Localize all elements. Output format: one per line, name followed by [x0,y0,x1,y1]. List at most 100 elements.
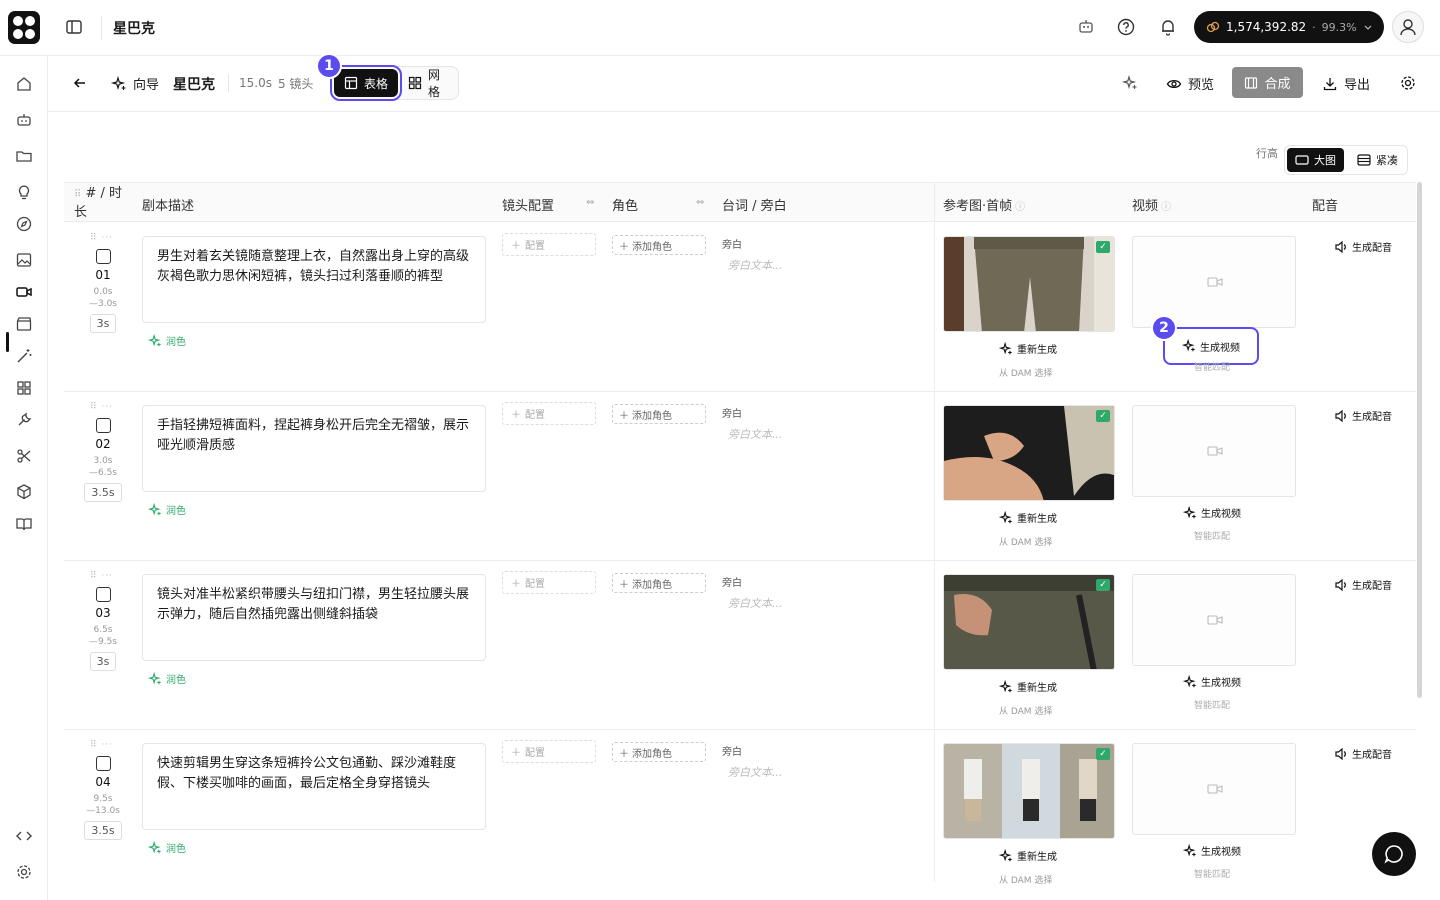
add-role-button[interactable]: ＋添加角色 [612,742,706,762]
smart-match-link[interactable]: 智能匹配 [1194,867,1230,880]
sidebar-toggle-icon[interactable] [64,17,84,37]
row-checkbox[interactable] [95,249,111,264]
credits-pill[interactable]: 1,574,392.82 · 99.3% [1194,11,1384,43]
avatar[interactable] [1392,11,1424,43]
apps-grid-icon[interactable] [15,379,33,397]
wizard-button[interactable]: 向导 [111,74,159,93]
polish-button[interactable]: 润色 [148,840,186,855]
resize-handle-icon[interactable]: ⇔ [586,197,594,208]
check-icon[interactable]: ✓ [1096,410,1110,422]
back-arrow-icon[interactable] [72,75,88,91]
compass-icon[interactable] [15,215,33,233]
script-description[interactable]: 快速剪辑男生穿这条短裤拎公文包通勤、踩沙滩鞋度假、下楼买咖啡的画面，最后定格全身… [142,743,486,830]
view-table-button[interactable]: 表格 [329,65,403,101]
polish-button[interactable]: 润色 [148,671,186,686]
magic-wand-icon[interactable] [15,347,33,365]
voiceover-input[interactable]: 旁白文本... [728,257,783,273]
generate-video-button[interactable]: 生成视频 [1183,843,1241,858]
download-icon [1322,76,1338,92]
generate-audio-button[interactable]: 生成配音 [1334,746,1392,761]
reference-image[interactable]: ✓ [943,405,1115,501]
package-icon[interactable] [15,483,33,501]
scissors-icon[interactable] [15,447,33,465]
reference-image[interactable]: ✓ [943,743,1115,839]
folder-icon[interactable] [15,147,33,165]
choose-from-dam-link[interactable]: 从 DAM 选择 [999,535,1052,548]
shot-duration[interactable]: 3s [89,314,117,333]
shot-duration[interactable]: 3.5s [84,821,122,840]
row-checkbox[interactable] [95,418,111,433]
voiceover-input[interactable]: 旁白文本... [728,764,783,780]
shot-duration[interactable]: 3s [89,652,117,671]
bell-icon[interactable] [1158,17,1178,37]
smart-match-link[interactable]: 智能匹配 [1194,698,1230,711]
row-checkbox[interactable] [95,587,111,602]
generate-video-button[interactable]: 生成视频 [1183,505,1241,520]
row-height-large-button[interactable]: 大图 [1287,148,1344,172]
toolbar-settings-icon[interactable] [1399,74,1417,92]
lightbulb-icon[interactable] [15,183,33,201]
bot-icon[interactable] [1076,17,1096,37]
image-icon[interactable] [15,251,33,269]
scrollbar[interactable] [1417,182,1422,698]
regenerate-button[interactable]: 重新生成 [999,848,1057,863]
robot-icon[interactable] [15,111,33,129]
chevron-down-icon [1363,22,1373,32]
drag-handle-icon[interactable]: ⠿ ··· [84,402,122,412]
add-role-button[interactable]: ＋添加角色 [612,573,706,593]
polish-button[interactable]: 润色 [148,502,186,517]
check-icon[interactable]: ✓ [1096,579,1110,591]
settings-icon[interactable] [15,863,33,881]
code-icon[interactable] [15,827,33,845]
ai-sparkle-button[interactable] [1122,75,1138,91]
script-description[interactable]: 男生对着玄关镜随意整理上衣，自然露出身上穿的高级灰褐色歌力思休闲短裤，镜头扫过利… [142,236,486,323]
smart-match-link[interactable]: 智能匹配 [1194,529,1230,542]
drag-handle-icon[interactable]: ⠿ ··· [84,571,122,581]
reference-image[interactable]: ✓ [943,236,1115,332]
compose-button[interactable]: 合成 [1232,67,1303,98]
shot-duration[interactable]: 3.5s [84,483,122,502]
export-button[interactable]: 导出 [1322,74,1370,93]
row-checkbox[interactable] [95,756,111,771]
chat-button[interactable] [1372,832,1416,876]
shot-config-button[interactable]: ＋配置 [502,233,596,256]
app-logo[interactable] [8,11,40,44]
row-height-compact-button[interactable]: 紧凑 [1349,148,1406,172]
voiceover-input[interactable]: 旁白文本... [728,595,783,611]
generate-audio-button[interactable]: 生成配音 [1334,408,1392,423]
total-duration: 15.0s [239,76,272,90]
view-grid-button[interactable]: 网格 [398,68,458,99]
drag-handle-icon[interactable]: ⠿ ··· [84,233,122,243]
resize-handle-icon[interactable]: ⇔ [696,197,704,208]
clapperboard-icon[interactable] [15,315,33,333]
preview-button[interactable]: 预览 [1166,74,1214,93]
polish-button[interactable]: 润色 [148,333,186,348]
regenerate-button[interactable]: 重新生成 [999,510,1057,525]
book-icon[interactable] [15,515,33,533]
check-icon[interactable]: ✓ [1096,748,1110,760]
shot-config-button[interactable]: ＋配置 [502,571,596,594]
choose-from-dam-link[interactable]: 从 DAM 选择 [999,873,1052,886]
smart-match-link[interactable]: 智能匹配 [1194,360,1230,373]
voiceover-input[interactable]: 旁白文本... [728,426,783,442]
regenerate-button[interactable]: 重新生成 [999,679,1057,694]
add-role-button[interactable]: ＋添加角色 [612,235,706,255]
wrench-icon[interactable] [15,411,33,429]
choose-from-dam-link[interactable]: 从 DAM 选择 [999,366,1052,379]
reference-image[interactable]: ✓ [943,574,1115,670]
generate-audio-button[interactable]: 生成配音 [1334,239,1392,254]
shot-config-button[interactable]: ＋配置 [502,402,596,425]
check-icon[interactable]: ✓ [1096,241,1110,253]
video-camera-icon[interactable] [15,283,33,301]
generate-video-button[interactable]: 生成视频 [1183,674,1241,689]
shot-config-button[interactable]: ＋配置 [502,740,596,763]
help-icon[interactable] [1116,17,1136,37]
regenerate-button[interactable]: 重新生成 [999,341,1057,356]
choose-from-dam-link[interactable]: 从 DAM 选择 [999,704,1052,717]
home-icon[interactable] [15,75,33,93]
add-role-button[interactable]: ＋添加角色 [612,404,706,424]
script-description[interactable]: 手指轻拂短裤面料，捏起裤身松开后完全无褶皱，展示哑光顺滑质感 [142,405,486,492]
generate-audio-button[interactable]: 生成配音 [1334,577,1392,592]
drag-handle-icon[interactable]: ⠿ ··· [84,740,122,750]
script-description[interactable]: 镜头对准半松紧织带腰头与纽扣门襟，男生轻拉腰头展示弹力，随后自然插兜露出侧缝斜插… [142,574,486,661]
